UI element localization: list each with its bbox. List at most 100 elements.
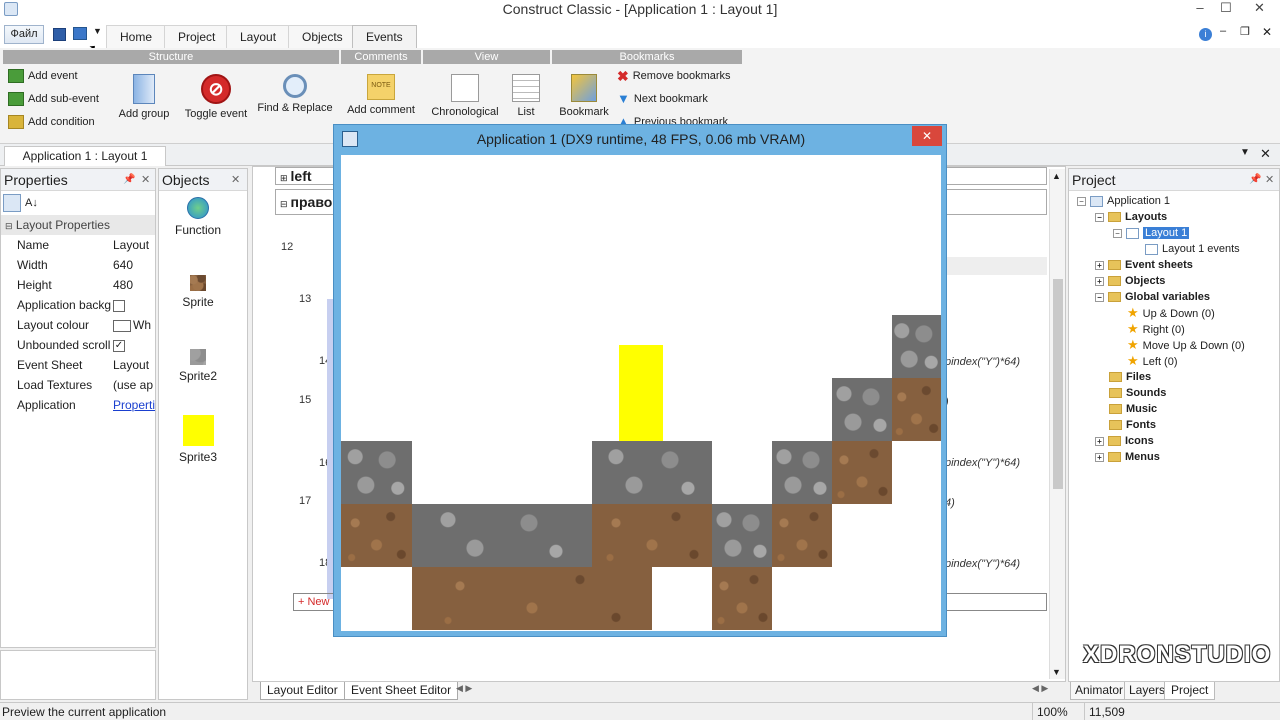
toggle-event-button[interactable]: ⊘ Toggle event [180,70,252,120]
object-function[interactable]: Function [159,197,237,237]
tree-layouts[interactable]: − Layouts [1095,209,1167,225]
add-condition-button[interactable]: Add condition [8,112,95,132]
pin-icon[interactable]: 📌 [1249,169,1261,191]
remove-bookmarks-button[interactable]: ✖ Remove bookmarks [617,66,731,86]
vertical-scrollbar[interactable]: ▲ ▼ [1049,169,1065,679]
preview-icon[interactable] [73,27,87,40]
tree-var-up-down[interactable]: ★ Up & Down (0) [1127,305,1215,321]
prop-row-load-textures[interactable]: Load Textures (use ap [1,375,155,395]
colour-swatch[interactable] [113,319,131,332]
tree-var-move-up-down[interactable]: ★ Move Up & Down (0) [1127,337,1245,353]
action-fragment[interactable]: pindex("Y")*64) [945,558,1020,570]
categorized-icon[interactable] [3,194,21,212]
prop-row-width[interactable]: Width 640 [1,255,155,275]
checkbox-checked[interactable]: ✓ [113,339,125,352]
layout-properties-section[interactable]: ⊟ Layout Properties [1,215,155,235]
help-icon[interactable]: i [1199,28,1212,41]
close-document-icon[interactable]: ✕ [1260,146,1271,162]
game-canvas[interactable] [341,155,941,631]
prop-value[interactable]: 640 [111,255,155,275]
add-event-button[interactable]: Add event [8,66,78,86]
sort-alpha-icon[interactable]: A↓ [25,197,38,209]
preview-close-button[interactable]: ✕ [912,126,942,146]
tab-events[interactable]: Events [352,25,417,48]
ribbon-close-icon[interactable]: ✕ [1262,25,1272,39]
tab-project[interactable]: Project [164,25,230,48]
tree-music[interactable]: Music [1109,401,1157,417]
close-panel-icon[interactable]: ✕ [231,169,240,191]
add-comment-button[interactable]: NOTE Add comment [344,70,418,116]
prop-value[interactable]: 480 [111,275,155,295]
scroll-up-icon[interactable]: ▲ [1052,171,1061,181]
close-button[interactable]: ✕ [1239,0,1280,18]
prop-row-height[interactable]: Height 480 [1,275,155,295]
action-fragment[interactable]: pindex("Y")*64) [945,356,1020,368]
tree-event-sheets[interactable]: + Event sheets [1095,257,1193,273]
tab-animator[interactable]: Animator [1070,682,1129,700]
add-sub-event-button[interactable]: Add sub-event [8,89,99,109]
tree-icons[interactable]: + Icons [1095,433,1154,449]
tab-event-sheet-editor[interactable]: Event Sheet Editor [344,682,459,700]
pin-icon[interactable]: 📌 [123,169,135,191]
save-icon[interactable] [53,28,66,41]
tree-files[interactable]: Files [1109,369,1151,385]
tab-project[interactable]: Project [1164,682,1216,700]
tab-home[interactable]: Home [106,25,167,48]
ribbon-minimize-icon[interactable]: – [1220,25,1226,37]
tree-layout1-events[interactable]: Layout 1 events [1145,241,1240,257]
close-panel-icon[interactable]: ✕ [1265,169,1274,191]
prop-value-link[interactable]: Properti [111,395,155,415]
prop-row-unbounded-scrolling[interactable]: Unbounded scrolli ✓ [1,335,155,355]
prop-value[interactable]: ✓ [111,335,155,355]
tab-layout-editor[interactable]: Layout Editor [260,682,345,700]
prop-value[interactable] [111,295,155,315]
ribbon-restore-icon[interactable]: ❐ [1240,25,1250,38]
tree-application[interactable]: − Application 1 [1077,193,1170,209]
tree-layout1[interactable]: − Layout 1 [1113,225,1190,241]
add-group-button[interactable]: Add group [114,70,174,120]
prop-value[interactable]: Layout [111,355,155,375]
maximize-button[interactable]: ☐ [1213,0,1239,18]
collapse-icon[interactable]: ⊟ [280,199,288,209]
expand-icon[interactable]: ⊞ [280,173,288,183]
bookmark-button[interactable]: Bookmark [556,70,612,118]
document-tab-layout1[interactable]: Application 1 : Layout 1 [4,146,166,166]
file-menu-button[interactable]: Файл [4,25,44,44]
tab-list-chevron-icon[interactable]: ▼ [1240,147,1250,158]
list-button[interactable]: List [508,70,544,118]
object-sprite3[interactable]: Sprite3 [159,415,237,464]
tree-menus[interactable]: + Menus [1095,449,1160,465]
tree-global-variables[interactable]: − Global variables [1095,289,1210,305]
scroll-down-icon[interactable]: ▼ [1052,667,1061,677]
hscroll-icon[interactable]: ◀ ▶ [1032,683,1048,694]
chevron-down-icon[interactable]: ▼ [93,26,102,36]
prop-value[interactable]: Wh [111,315,155,335]
object-sprite[interactable]: Sprite [159,275,237,309]
prop-row-name[interactable]: Name Layout [1,235,155,255]
tab-layout[interactable]: Layout [226,25,291,48]
application-icon [1090,195,1103,207]
close-panel-icon[interactable]: ✕ [141,169,150,191]
tab-objects[interactable]: Objects [288,25,357,48]
checkbox[interactable] [113,299,125,312]
chronological-button[interactable]: Chronological [428,70,502,118]
prop-row-application[interactable]: Application Properti [1,395,155,415]
tree-var-right[interactable]: ★ Right (0) [1127,321,1185,337]
object-sprite2[interactable]: Sprite2 [159,349,237,383]
prop-row-layout-colour[interactable]: Layout colour Wh [1,315,155,335]
prop-value[interactable]: Layout [111,235,155,255]
prop-row-event-sheet[interactable]: Event Sheet Layout [1,355,155,375]
minimize-button[interactable]: – [1187,0,1213,18]
scrollbar-thumb[interactable] [1053,279,1063,489]
tree-var-left[interactable]: ★ Left (0) [1127,353,1178,369]
find-replace-button[interactable]: Find & Replace [256,70,334,114]
prop-value[interactable]: (use ap [111,375,155,395]
prop-row-app-background[interactable]: Application backg [1,295,155,315]
action-fragment[interactable]: pindex("Y")*64) [945,457,1020,469]
tree-objects[interactable]: + Objects [1095,273,1165,289]
new-event-label[interactable]: + New e [294,596,339,608]
tab-scroll-icon[interactable]: ◀ ▶ [456,683,472,694]
next-bookmark-button[interactable]: ▼ Next bookmark [617,89,708,109]
tree-fonts[interactable]: Fonts [1109,417,1156,433]
tree-sounds[interactable]: Sounds [1109,385,1166,401]
